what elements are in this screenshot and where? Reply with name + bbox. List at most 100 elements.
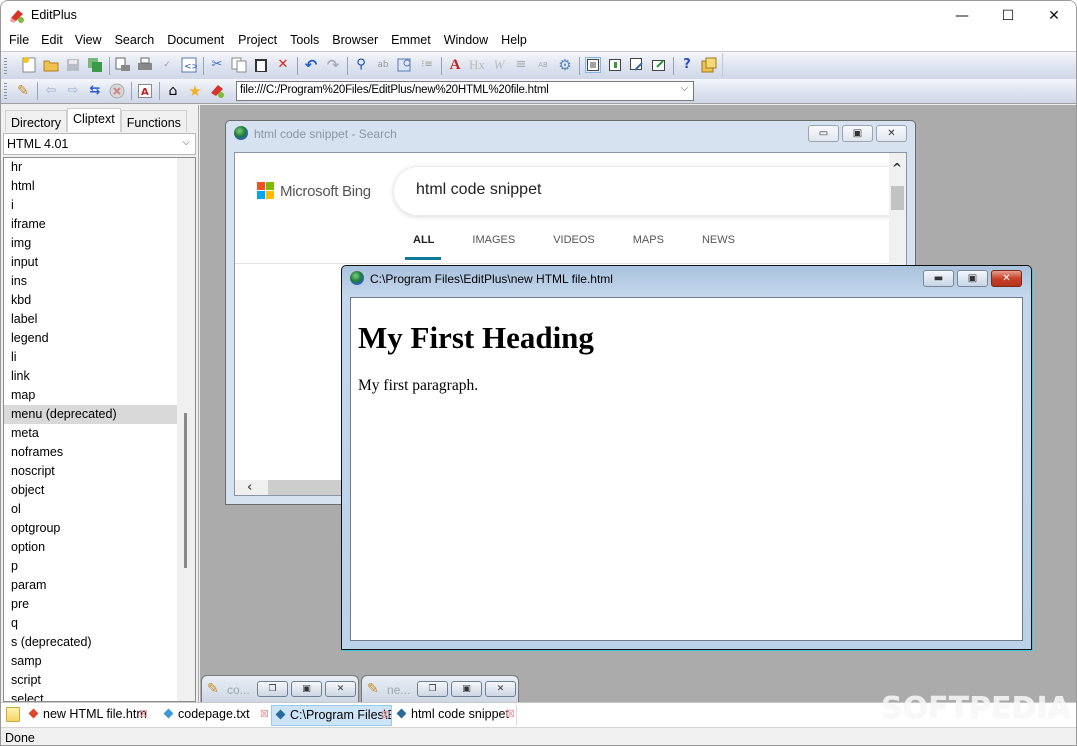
cliptext-item[interactable]: legend [4, 329, 177, 348]
menu-window[interactable]: Window [431, 31, 488, 51]
toolbar-grip[interactable] [4, 58, 7, 74]
font-icon[interactable]: A [447, 57, 463, 73]
restore-button[interactable]: ▣ [957, 270, 988, 287]
cliptext-item[interactable]: ins [4, 272, 177, 291]
delete-icon[interactable]: ✕ [275, 57, 291, 73]
cliptext-item[interactable]: img [4, 234, 177, 253]
close-button[interactable]: ✕ [991, 270, 1022, 287]
save-icon[interactable] [65, 57, 81, 73]
cliptext-item[interactable]: menu (deprecated) [4, 405, 177, 424]
maximize-button[interactable]: ☐ [985, 1, 1031, 31]
close-tab-icon[interactable]: ⊠ [260, 707, 269, 720]
menu-emmet[interactable]: Emmet [378, 31, 431, 51]
settings-icon[interactable]: ⚙ [557, 57, 573, 73]
cliptext-item[interactable]: select [4, 690, 177, 701]
restore-button[interactable]: ▣ [842, 125, 873, 142]
close-tab-icon[interactable]: ⊠ [381, 708, 390, 721]
word-wrap-icon[interactable]: W [491, 57, 507, 73]
cliptext-item[interactable]: i [4, 196, 177, 215]
doc-tab[interactable]: new HTML file.htm ⊠ [25, 705, 149, 726]
sort-icon[interactable]: AB [535, 57, 551, 73]
cliptext-item[interactable]: meta [4, 424, 177, 443]
menu-file[interactable]: File [1, 31, 29, 51]
cliptext-item[interactable]: s (deprecated) [4, 633, 177, 652]
doc-tab[interactable]: html code snippet ⊠ [393, 705, 517, 726]
cliptext-item[interactable]: hr [4, 158, 177, 177]
tab-cliptext[interactable]: Cliptext [67, 108, 121, 132]
scrollbar-thumb[interactable] [184, 413, 187, 568]
stop-icon[interactable] [109, 83, 125, 99]
save-all-icon[interactable] [87, 57, 103, 73]
print-preview-icon[interactable] [115, 57, 131, 73]
cliptext-item[interactable]: object [4, 481, 177, 500]
cliptext-item[interactable]: optgroup [4, 519, 177, 538]
scrollbar-thumb[interactable] [891, 186, 904, 210]
chevron-down-icon[interactable]: ⌵ [681, 83, 689, 94]
new-file-icon[interactable] [21, 57, 37, 73]
favorites-icon[interactable]: ★ [187, 83, 203, 99]
print-icon[interactable] [137, 57, 153, 73]
cliptext-item[interactable]: link [4, 367, 177, 386]
cliptext-item[interactable]: iframe [4, 215, 177, 234]
open-folder-icon[interactable] [43, 57, 59, 73]
view-external-icon[interactable] [651, 57, 667, 73]
forward-icon[interactable]: ⇨ [65, 83, 81, 99]
maximize-button[interactable]: ▣ [291, 681, 322, 697]
menu-browser[interactable]: Browser [319, 31, 378, 51]
cliptext-item[interactable]: label [4, 310, 177, 329]
cliptext-item[interactable]: script [4, 671, 177, 690]
doc-tab-active[interactable]: C:\Program Files\E ⊠ [271, 705, 392, 726]
undo-icon[interactable]: ↶ [303, 57, 319, 73]
cliptext-item[interactable]: param [4, 576, 177, 595]
scroll-up-icon[interactable]: ^ [892, 161, 902, 175]
cliptext-item[interactable]: li [4, 348, 177, 367]
view-text-icon[interactable] [585, 57, 601, 73]
html-toolbar-icon[interactable]: <> [181, 57, 197, 73]
list-scrollbar[interactable] [177, 158, 195, 701]
replace-icon[interactable]: ab [375, 57, 391, 73]
acrobat-icon[interactable]: A [137, 83, 153, 99]
cliptext-item[interactable]: q [4, 614, 177, 633]
folder-icon[interactable] [6, 707, 20, 722]
spell-check-icon[interactable]: ✓ [159, 57, 175, 73]
cliptext-item[interactable]: map [4, 386, 177, 405]
tab-images[interactable]: IMAGES [472, 234, 515, 260]
tab-functions[interactable]: Functions [120, 110, 187, 132]
cliptext-item[interactable]: noframes [4, 443, 177, 462]
tab-videos[interactable]: VIDEOS [553, 234, 595, 260]
close-tab-icon[interactable]: ⊠ [506, 707, 515, 720]
close-button[interactable]: ✕ [325, 681, 356, 697]
copy-icon[interactable] [231, 57, 247, 73]
close-tab-icon[interactable]: ⊠ [139, 707, 148, 720]
cliptext-item[interactable]: samp [4, 652, 177, 671]
restore-button[interactable]: ❐ [417, 681, 448, 697]
tab-news[interactable]: NEWS [702, 234, 735, 260]
cliptext-item[interactable]: ol [4, 500, 177, 519]
minimized-window[interactable]: ✎ co... ❐ ▣ ✕ [201, 675, 359, 702]
menu-tools[interactable]: Tools [277, 31, 319, 51]
restore-button[interactable]: ❐ [257, 681, 288, 697]
close-button[interactable]: ✕ [1031, 1, 1076, 31]
menu-search[interactable]: Search [102, 31, 155, 51]
refresh-icon[interactable]: ⇆ [87, 83, 103, 99]
edit-pencil-icon[interactable]: ✎ [15, 83, 31, 99]
search-input[interactable]: html code snippet [393, 166, 903, 216]
menu-help[interactable]: Help [488, 31, 527, 51]
minimize-button[interactable]: ▭ [808, 125, 839, 142]
minimize-button[interactable]: ▬ [923, 270, 954, 287]
menu-edit[interactable]: Edit [29, 31, 63, 51]
tab-maps[interactable]: MAPS [633, 234, 664, 260]
paste-icon[interactable] [253, 57, 269, 73]
cut-icon[interactable]: ✂ [209, 57, 225, 73]
menu-document[interactable]: Document [154, 31, 224, 51]
redo-icon[interactable]: ↷ [325, 57, 341, 73]
cliptext-item[interactable]: p [4, 557, 177, 576]
menu-project[interactable]: Project [224, 31, 277, 51]
toolbar-grip[interactable] [4, 83, 7, 99]
minimized-window[interactable]: ✎ ne... ❐ ▣ ✕ [361, 675, 519, 702]
tab-all[interactable]: ALL [404, 234, 442, 260]
cliptext-item[interactable]: pre [4, 595, 177, 614]
back-icon[interactable]: ⇦ [43, 83, 59, 99]
line-number-icon[interactable]: ⁝≡ [419, 57, 435, 73]
cliptext-category-select[interactable]: HTML 4.01 ⌵ [3, 133, 196, 155]
